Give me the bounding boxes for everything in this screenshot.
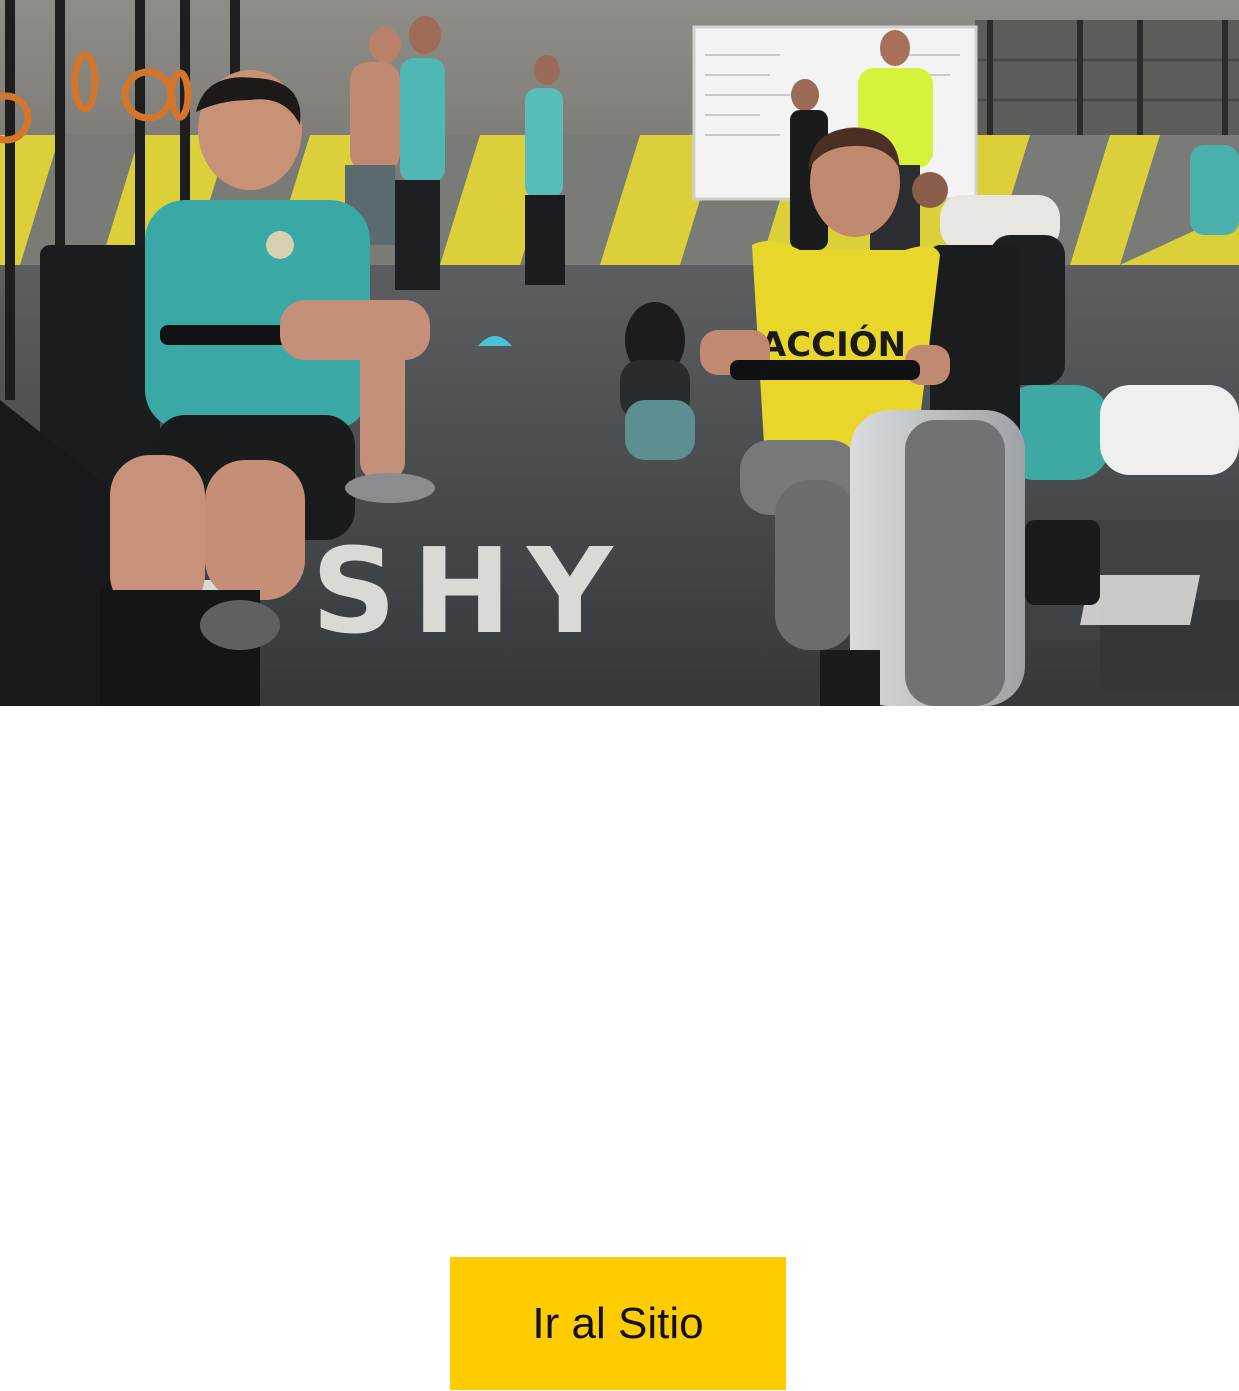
go-to-site-button[interactable]: Ir al Sitio [450, 1257, 786, 1390]
hero-image: SHY ACCIÓN [0, 0, 1239, 706]
gym-scene-illustration: SHY ACCIÓN [0, 0, 1239, 706]
page: SHY ACCIÓN Ir al Sitio [0, 0, 1239, 1391]
shirt-text: ACCIÓN [760, 324, 906, 365]
floor-lettering: SHY [311, 522, 628, 660]
